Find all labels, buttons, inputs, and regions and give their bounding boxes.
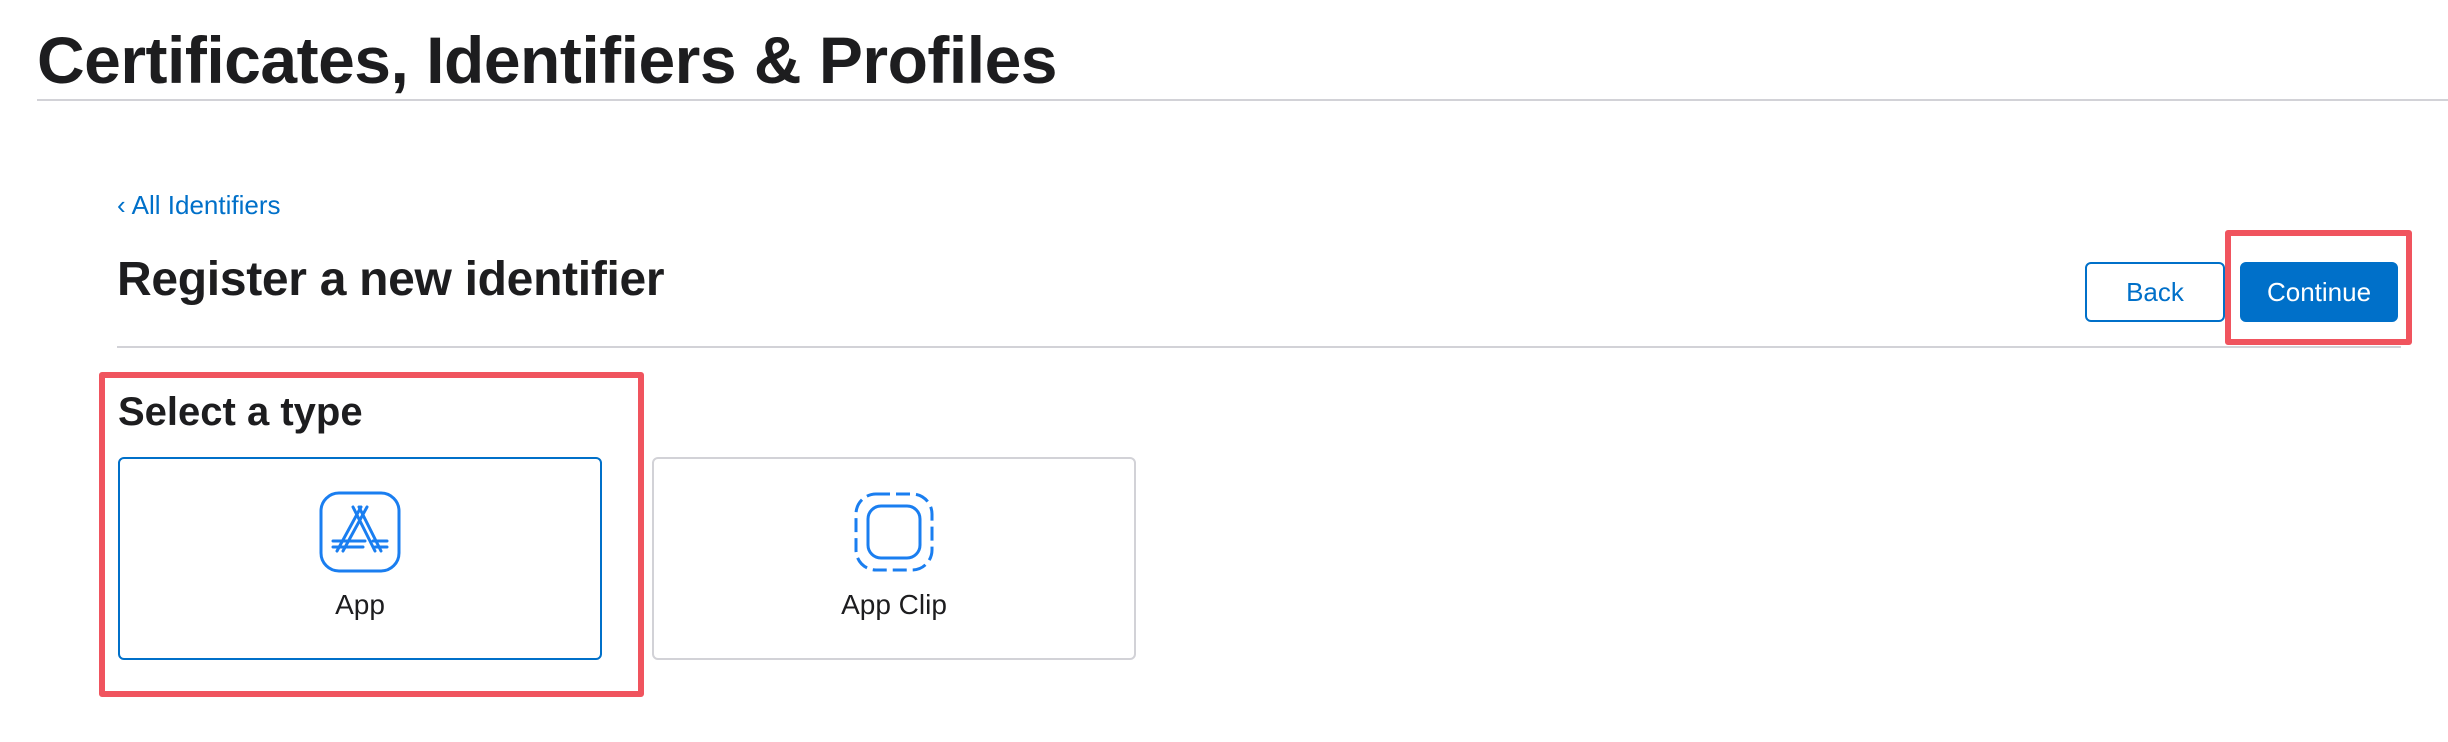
app-clip-icon	[854, 492, 934, 572]
back-button[interactable]: Back	[2085, 262, 2225, 322]
page-title: Certificates, Identifiers & Profiles	[37, 23, 1058, 97]
continue-button[interactable]: Continue	[2240, 262, 2398, 322]
type-option-app-clip[interactable]: App Clip	[652, 457, 1136, 660]
all-identifiers-label: All Identifiers	[131, 190, 281, 220]
type-option-app-clip-label: App Clip	[841, 589, 947, 620]
all-identifiers-link[interactable]: ‹ All Identifiers	[117, 190, 281, 221]
register-identifier-heading: Register a new identifier	[117, 253, 665, 306]
section-divider	[117, 346, 2401, 348]
select-type-heading: Select a type	[118, 390, 363, 434]
type-option-app[interactable]: App	[118, 457, 602, 660]
app-store-icon	[319, 491, 401, 573]
type-option-app-label: App	[335, 589, 385, 620]
chevron-left-icon: ‹	[117, 190, 126, 220]
page-header: Certificates, Identifiers & Profiles	[37, 18, 2448, 101]
